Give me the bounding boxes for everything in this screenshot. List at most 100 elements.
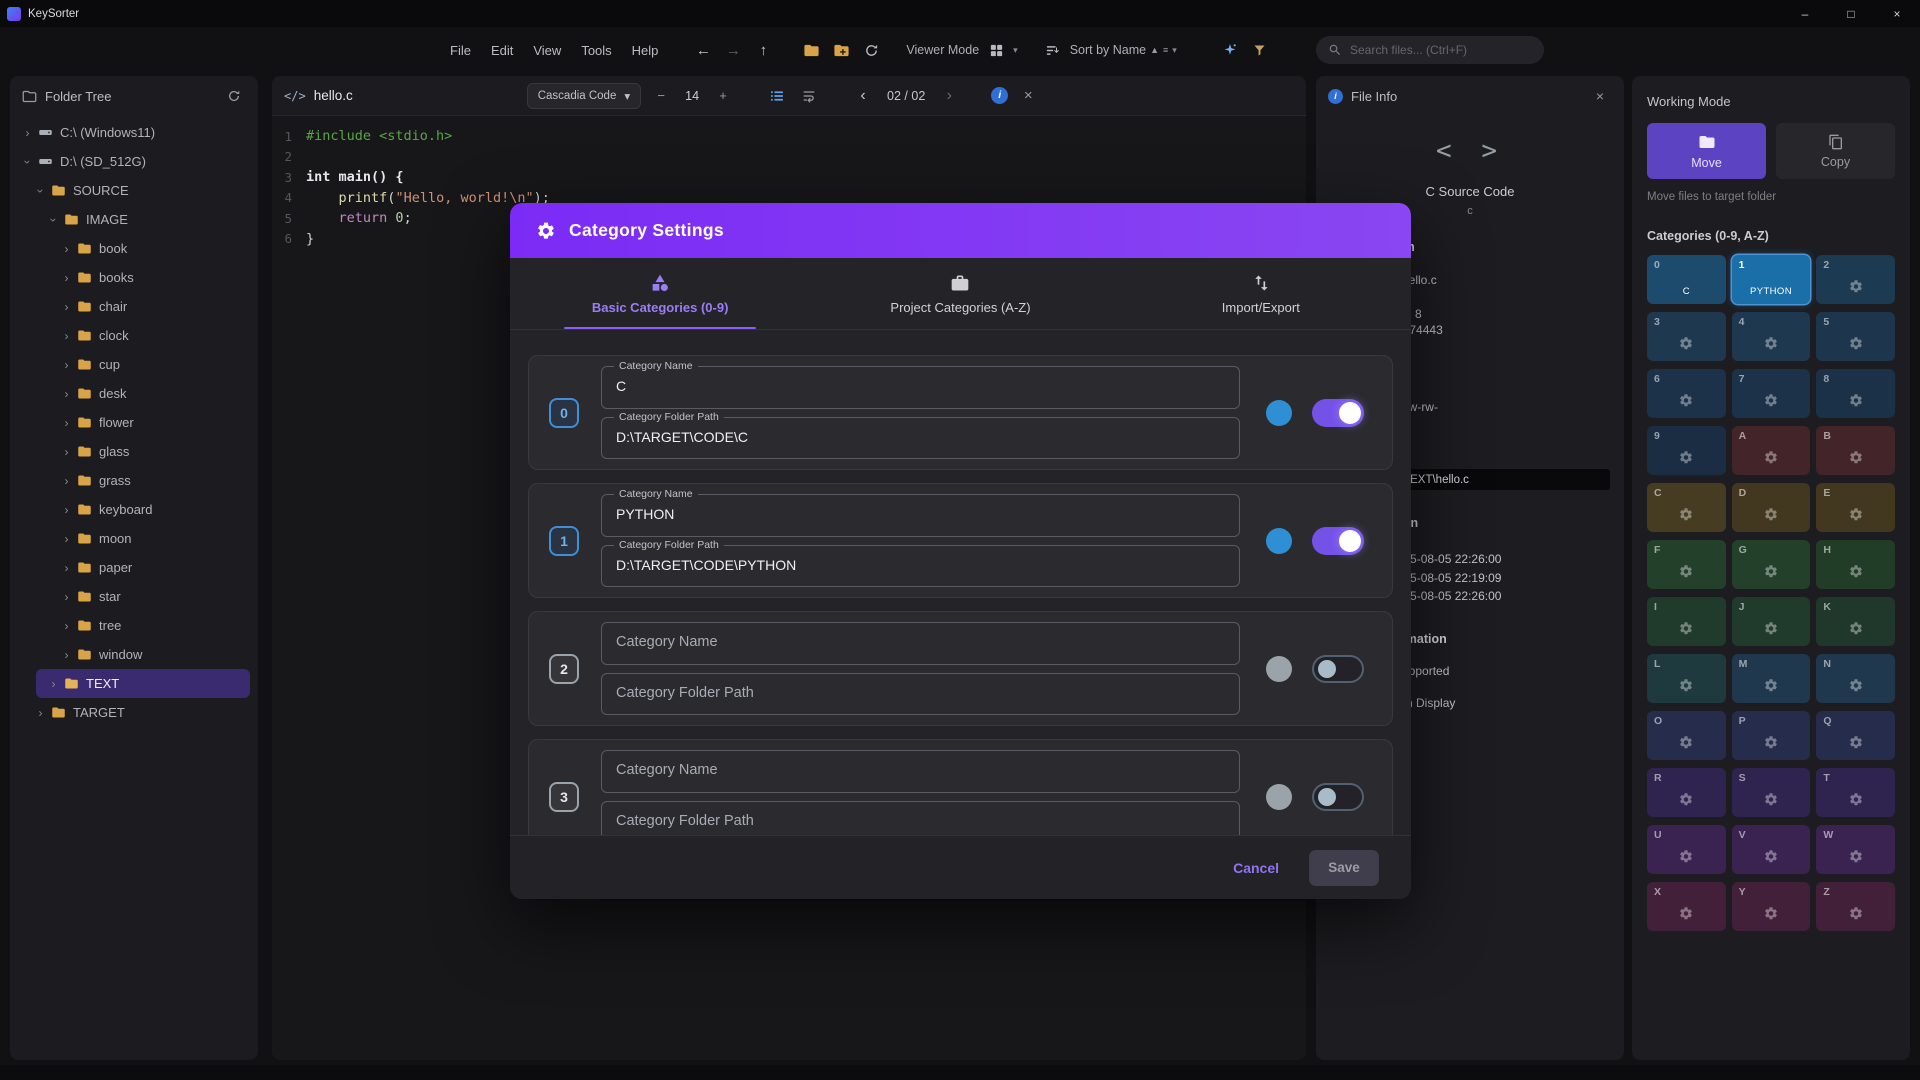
category-path-input[interactable]: Category Folder PathD:\TARGET\CODE\C xyxy=(601,417,1240,460)
chevron-right-icon[interactable]: › xyxy=(59,445,74,459)
tree-item-paper[interactable]: ›paper xyxy=(10,553,258,582)
chevron-down-icon[interactable]: › xyxy=(47,212,61,227)
category-tile-U[interactable]: U xyxy=(1647,825,1726,874)
menu-help[interactable]: Help xyxy=(622,39,669,62)
category-tile-A[interactable]: A xyxy=(1732,426,1811,475)
back-icon[interactable]: ← xyxy=(690,37,716,63)
refresh-icon[interactable] xyxy=(222,84,246,108)
category-tile-0[interactable]: 0C xyxy=(1647,255,1726,304)
category-enabled-toggle[interactable] xyxy=(1312,399,1364,427)
search-bar[interactable] xyxy=(1316,36,1544,64)
tree-item-clock[interactable]: ›clock xyxy=(10,321,258,350)
tree-item-moon[interactable]: ›moon xyxy=(10,524,258,553)
chevron-right-icon[interactable]: › xyxy=(59,532,74,546)
category-tile-L[interactable]: L xyxy=(1647,654,1726,703)
tree-item-cup[interactable]: ›cup xyxy=(10,350,258,379)
category-tile-6[interactable]: 6 xyxy=(1647,369,1726,418)
tree-item-source[interactable]: ›SOURCE xyxy=(10,176,258,205)
category-name-input[interactable]: Category NamePYTHON xyxy=(601,494,1240,537)
category-tile-V[interactable]: V xyxy=(1732,825,1811,874)
category-enabled-toggle[interactable] xyxy=(1312,655,1364,683)
close-icon[interactable]: × xyxy=(1588,84,1612,108)
move-mode-button[interactable]: Move xyxy=(1647,123,1766,179)
category-tile-9[interactable]: 9 xyxy=(1647,426,1726,475)
category-tile-I[interactable]: I xyxy=(1647,597,1726,646)
category-tile-Y[interactable]: Y xyxy=(1732,882,1811,931)
category-tile-7[interactable]: 7 xyxy=(1732,369,1811,418)
category-tile-G[interactable]: G xyxy=(1732,540,1811,589)
category-tile-O[interactable]: O xyxy=(1647,711,1726,760)
next-page-icon[interactable]: › xyxy=(937,84,961,108)
save-button[interactable]: Save xyxy=(1309,850,1379,886)
chevron-right-icon[interactable]: › xyxy=(59,329,74,343)
close-viewer-icon[interactable]: × xyxy=(1016,84,1040,108)
tree-item-glass[interactable]: ›glass xyxy=(10,437,258,466)
tree-item-text[interactable]: ›TEXT xyxy=(36,669,250,698)
tree-item-desk[interactable]: ›desk xyxy=(10,379,258,408)
category-color-swatch[interactable] xyxy=(1266,400,1292,426)
chevron-down-icon[interactable]: ▾ xyxy=(1172,45,1177,56)
category-tile-H[interactable]: H xyxy=(1816,540,1895,589)
refresh-icon[interactable] xyxy=(858,37,884,63)
tab-basic-categories-0-9[interactable]: Basic Categories (0-9) xyxy=(510,258,810,329)
decrease-font-button[interactable]: − xyxy=(649,84,673,108)
forward-icon[interactable]: → xyxy=(720,37,746,63)
category-tile-S[interactable]: S xyxy=(1732,768,1811,817)
search-input[interactable] xyxy=(1350,43,1532,57)
category-tile-K[interactable]: K xyxy=(1816,597,1895,646)
chevron-down-icon[interactable]: › xyxy=(34,183,48,198)
tree-item-window[interactable]: ›window xyxy=(10,640,258,669)
category-path-input[interactable]: Category Folder Path xyxy=(601,801,1240,836)
chevron-right-icon[interactable]: › xyxy=(59,648,74,662)
category-path-input[interactable]: Category Folder PathD:\TARGET\CODE\PYTHO… xyxy=(601,545,1240,588)
tab-import-export[interactable]: Import/Export xyxy=(1111,258,1411,329)
category-color-swatch[interactable] xyxy=(1266,528,1292,554)
copy-mode-button[interactable]: Copy xyxy=(1776,123,1895,179)
tree-item-c-windows11[interactable]: ›C:\ (Windows11) xyxy=(10,118,258,147)
category-tile-J[interactable]: J xyxy=(1732,597,1811,646)
cancel-button[interactable]: Cancel xyxy=(1233,860,1279,876)
category-tile-8[interactable]: 8 xyxy=(1816,369,1895,418)
tree-item-grass[interactable]: ›grass xyxy=(10,466,258,495)
category-path-input[interactable]: Category Folder Path xyxy=(601,673,1240,716)
chevron-right-icon[interactable]: › xyxy=(59,590,74,604)
category-tile-D[interactable]: D xyxy=(1732,483,1811,532)
chevron-down-icon[interactable]: ▾ xyxy=(1013,45,1018,56)
folder-icon[interactable] xyxy=(798,37,824,63)
info-icon[interactable]: i xyxy=(991,87,1008,104)
chevron-right-icon[interactable]: › xyxy=(59,242,74,256)
sort-by-name-label[interactable]: Sort by Name xyxy=(1070,43,1146,57)
tree-item-books[interactable]: ›books xyxy=(10,263,258,292)
chevron-right-icon[interactable]: › xyxy=(59,619,74,633)
menu-file[interactable]: File xyxy=(440,39,481,62)
tree-item-flower[interactable]: ›flower xyxy=(10,408,258,437)
tree-item-star[interactable]: ›star xyxy=(10,582,258,611)
category-tile-3[interactable]: 3 xyxy=(1647,312,1726,361)
category-tile-M[interactable]: M xyxy=(1732,654,1811,703)
category-tile-B[interactable]: B xyxy=(1816,426,1895,475)
category-tile-4[interactable]: 4 xyxy=(1732,312,1811,361)
chevron-right-icon[interactable]: › xyxy=(59,271,74,285)
chevron-right-icon[interactable]: › xyxy=(59,416,74,430)
category-tile-X[interactable]: X xyxy=(1647,882,1726,931)
tree-item-image[interactable]: ›IMAGE xyxy=(10,205,258,234)
category-name-input[interactable]: Category Name xyxy=(601,750,1240,793)
font-select[interactable]: Cascadia Code ▾ xyxy=(527,83,641,109)
category-tile-E[interactable]: E xyxy=(1816,483,1895,532)
sort-ascending-icon[interactable]: ▲ xyxy=(1150,45,1159,55)
category-color-swatch[interactable] xyxy=(1266,784,1292,810)
menu-edit[interactable]: Edit xyxy=(481,39,523,62)
category-name-input[interactable]: Category NameC xyxy=(601,366,1240,409)
category-tile-N[interactable]: N xyxy=(1816,654,1895,703)
chevron-right-icon[interactable]: › xyxy=(59,561,74,575)
tree-item-chair[interactable]: ›chair xyxy=(10,292,258,321)
tab-project-categories-a-z[interactable]: Project Categories (A-Z) xyxy=(810,258,1110,329)
previous-page-icon[interactable]: ‹ xyxy=(851,84,875,108)
chevron-right-icon[interactable]: › xyxy=(46,677,61,691)
view-grid-icon[interactable] xyxy=(983,37,1009,63)
category-tile-T[interactable]: T xyxy=(1816,768,1895,817)
category-tile-Z[interactable]: Z xyxy=(1816,882,1895,931)
category-tile-F[interactable]: F xyxy=(1647,540,1726,589)
chevron-down-icon[interactable]: › xyxy=(21,154,35,169)
line-numbers-icon[interactable] xyxy=(765,84,789,108)
